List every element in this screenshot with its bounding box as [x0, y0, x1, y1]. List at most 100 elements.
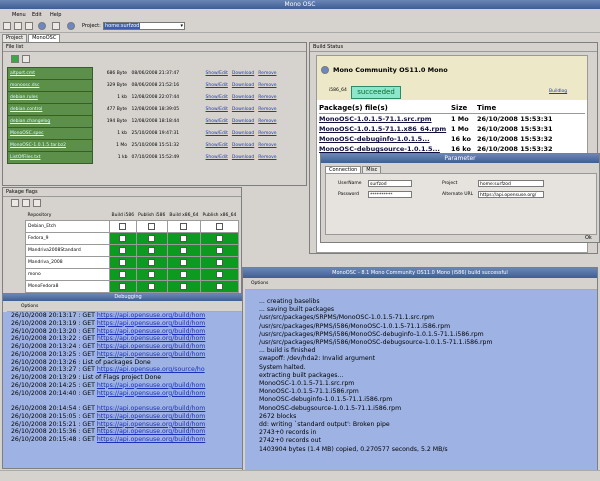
show-edit-link[interactable]: Show/Edit: [204, 116, 230, 128]
refresh-files-icon[interactable]: [22, 55, 30, 63]
flags-tool-icon-2[interactable]: [22, 199, 30, 207]
pkg-file-link[interactable]: MonoOSC-1.0.1.5-71.1.x86_64.rpm: [319, 125, 446, 133]
menu-item-menu[interactable]: Menu: [12, 12, 26, 18]
flag-cell[interactable]: [166, 256, 201, 269]
download-link[interactable]: Download: [230, 92, 256, 104]
flag-checkbox[interactable]: [180, 283, 188, 290]
flag-cell[interactable]: [109, 220, 137, 233]
flag-cell[interactable]: [199, 256, 239, 269]
flag-cell[interactable]: [199, 232, 239, 245]
log-line-url[interactable]: https://api.opensuse.org/build/hom: [97, 328, 205, 335]
pkg-file-link[interactable]: MonoOSC-debuginfo-1.0.1.5...: [319, 135, 430, 143]
flag-cell[interactable]: [109, 280, 137, 293]
file-row[interactable]: MonoOSC-1.0.1.5.tar.bz2 1 Mo 25/10/2008 15…: [7, 139, 279, 152]
alt-url-field[interactable]: https://api.opensuse.org/: [478, 191, 544, 198]
remove-link[interactable]: Remove: [256, 152, 278, 164]
flag-checkbox[interactable]: [215, 247, 223, 254]
file-row[interactable]: ListOfFiles.txt 1 kb 07/10/2008 15:52:49 Sh…: [7, 151, 279, 164]
tab-monoosc[interactable]: MonoOSC: [28, 34, 61, 42]
flag-checkbox[interactable]: [119, 247, 127, 254]
download-link[interactable]: Download: [230, 128, 256, 140]
flags-tool-icon-1[interactable]: [11, 199, 19, 207]
flag-cell[interactable]: [109, 232, 137, 245]
show-edit-link[interactable]: Show/Edit: [204, 104, 230, 116]
flag-cell[interactable]: [166, 280, 201, 293]
flag-checkbox[interactable]: [119, 235, 127, 242]
file-name[interactable]: debian.rules: [7, 91, 93, 104]
flag-checkbox[interactable]: [119, 223, 127, 230]
flag-cell[interactable]: [166, 220, 201, 233]
log-line-url[interactable]: https://api.opensuse.org/build/hom: [97, 428, 205, 435]
file-row[interactable]: debian.rules 1 kb 12/08/2008 22:07:44 Show/…: [7, 91, 279, 104]
refresh-icon[interactable]: [38, 22, 46, 30]
file-name[interactable]: monoosc.dsc: [7, 79, 93, 92]
file-name[interactable]: ListOfFiles.txt: [7, 151, 93, 164]
log-line-url[interactable]: https://api.opensuse.org/build/hom: [97, 421, 205, 428]
show-edit-link[interactable]: Show/Edit: [204, 128, 230, 140]
log-line-url[interactable]: https://api.opensuse.org/build/hom: [97, 320, 205, 327]
log-line-url[interactable]: https://api.opensuse.org/build/hom: [97, 390, 205, 397]
log-line-url[interactable]: https://api.opensuse.org/build/hom: [97, 335, 205, 342]
log-line-url[interactable]: https://api.opensuse.org/build/hom: [97, 343, 205, 350]
flag-checkbox[interactable]: [215, 235, 223, 242]
flag-checkbox[interactable]: [180, 247, 188, 254]
help-icon[interactable]: [67, 22, 75, 30]
param-project-field[interactable]: home:surfzod: [478, 180, 544, 187]
flag-checkbox[interactable]: [180, 235, 188, 242]
pkg-file-link[interactable]: MonoOSC-1.0.1.5-71.1.src.rpm: [319, 115, 432, 123]
remove-link[interactable]: Remove: [256, 92, 278, 104]
download-link[interactable]: Download: [230, 104, 256, 116]
log-line-url[interactable]: https://api.opensuse.org/build/hom: [97, 413, 205, 420]
file-row[interactable]: altport.cmt 686 Byte 08/06/2008 21:37:47 Sh…: [7, 67, 279, 80]
log-line-url[interactable]: https://api.opensuse.org/build/hom: [97, 436, 205, 443]
flag-cell[interactable]: [135, 256, 168, 269]
menu-item-edit[interactable]: Edit: [32, 12, 42, 18]
add-file-icon[interactable]: [11, 55, 19, 63]
remove-link[interactable]: Remove: [256, 68, 278, 80]
flag-cell[interactable]: [109, 256, 137, 269]
save-icon[interactable]: [25, 22, 33, 30]
remove-link[interactable]: Remove: [256, 128, 278, 140]
log-line-url[interactable]: https://api.opensuse.org/build/hom: [97, 312, 205, 319]
file-name[interactable]: MonoOSC-1.0.1.5.tar.bz2: [7, 139, 93, 152]
debug-log-options[interactable]: Options: [7, 303, 247, 312]
show-edit-link[interactable]: Show/Edit: [204, 152, 230, 164]
flag-checkbox[interactable]: [148, 235, 156, 242]
flag-cell[interactable]: [166, 244, 201, 257]
download-link[interactable]: Download: [230, 68, 256, 80]
open-icon[interactable]: [14, 22, 22, 30]
flag-checkbox[interactable]: [148, 259, 156, 266]
remove-link[interactable]: Remove: [256, 116, 278, 128]
flag-cell[interactable]: [135, 268, 168, 281]
flag-cell[interactable]: [199, 280, 239, 293]
menu-item-help[interactable]: Help: [50, 12, 61, 18]
show-edit-link[interactable]: Show/Edit: [204, 68, 230, 80]
build-log-options-label[interactable]: Options: [245, 281, 268, 286]
password-field[interactable]: **********: [368, 191, 412, 198]
flag-cell[interactable]: [166, 232, 201, 245]
build-log-options[interactable]: Options: [245, 279, 597, 290]
debug-options-label[interactable]: Options: [7, 304, 38, 309]
remove-link[interactable]: Remove: [256, 104, 278, 116]
download-link[interactable]: Download: [230, 140, 256, 152]
show-edit-link[interactable]: Show/Edit: [204, 92, 230, 104]
log-line-url[interactable]: https://api.opensuse.org/build/hom: [97, 382, 205, 389]
flag-cell[interactable]: [135, 232, 168, 245]
flag-cell[interactable]: [109, 244, 137, 257]
flag-cell[interactable]: [135, 244, 168, 257]
flag-checkbox[interactable]: [215, 271, 223, 278]
file-row[interactable]: debian.control 477 Byte 12/08/2008 18:39:0…: [7, 103, 279, 116]
flag-checkbox[interactable]: [148, 271, 156, 278]
settings-icon[interactable]: [52, 22, 60, 30]
flag-checkbox[interactable]: [180, 271, 188, 278]
pkg-file-link[interactable]: MonoOSC-debugsource-1.0.1.5...: [319, 145, 440, 153]
flag-checkbox[interactable]: [148, 223, 156, 230]
file-row[interactable]: monoosc.dsc 329 Byte 08/06/2008 21:52:16 Sh…: [7, 79, 279, 92]
flag-cell[interactable]: [199, 244, 239, 257]
flag-cell[interactable]: [135, 220, 168, 233]
new-icon[interactable]: [3, 22, 11, 30]
flag-checkbox[interactable]: [119, 271, 127, 278]
download-link[interactable]: Download: [230, 80, 256, 92]
log-line-url[interactable]: https://api.opensuse.org/source/ho: [97, 366, 205, 373]
file-name[interactable]: debian.control: [7, 103, 93, 116]
